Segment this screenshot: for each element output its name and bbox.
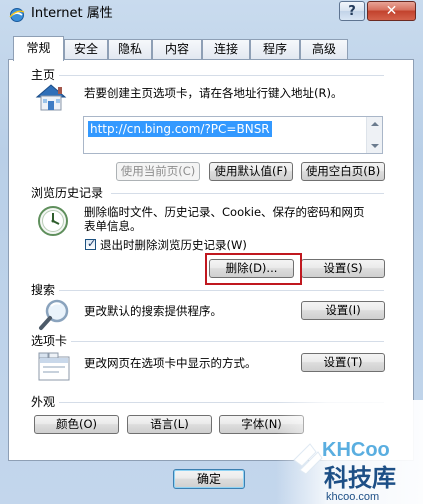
- tab-privacy[interactable]: 隐私: [108, 39, 152, 59]
- khcoo-watermark-logo: KHCoo 科技库 khcoo.com: [276, 400, 423, 504]
- history-settings-button[interactable]: 设置(S): [301, 259, 385, 278]
- window-title: Internet 属性: [31, 6, 113, 21]
- home-icon: [35, 84, 67, 111]
- help-button[interactable]: ?: [339, 1, 365, 21]
- internet-explorer-icon: [9, 8, 25, 22]
- use-default-button[interactable]: 使用默认值(F): [209, 162, 293, 181]
- tabbed-window-icon: [38, 352, 70, 381]
- homepage-url-textarea[interactable]: http://cn.bing.com/?PC=BNSR: [83, 116, 383, 154]
- tab-advanced[interactable]: 高级: [300, 39, 348, 59]
- tabs-description: 更改网页在选项卡中显示的方式。: [84, 356, 257, 370]
- svg-text:KHCoo: KHCoo: [322, 439, 390, 461]
- search-section-title: 搜索: [31, 283, 56, 297]
- tab-programs[interactable]: 程序: [250, 39, 300, 59]
- homepage-divider: [59, 75, 384, 76]
- languages-button[interactable]: 语言(L): [127, 415, 212, 434]
- tab-security[interactable]: 安全: [64, 39, 108, 59]
- magnifier-icon: [39, 299, 69, 330]
- delete-on-exit-label[interactable]: 退出时删除浏览历史记录(W): [100, 238, 247, 252]
- highlight-box: [205, 253, 302, 285]
- homepage-description: 若要创建主页选项卡，请在各地址行键入地址(R)。: [84, 86, 343, 100]
- history-description-line1: 删除临时文件、历史记录、Cookie、保存的密码和网页: [84, 205, 365, 219]
- tab-general[interactable]: 常规: [13, 36, 64, 61]
- scroll-down-icon[interactable]: [371, 144, 379, 148]
- use-current-page-button[interactable]: 使用当前页(C): [116, 162, 200, 181]
- homepage-url: http://cn.bing.com/?PC=BNSR: [88, 121, 272, 137]
- checkmark-icon: ✓: [87, 237, 97, 250]
- homepage-section-title: 主页: [31, 68, 56, 82]
- history-section-title: 浏览历史记录: [31, 186, 104, 200]
- search-settings-button[interactable]: 设置(I): [301, 301, 385, 320]
- tab-content[interactable]: 内容: [152, 39, 202, 59]
- scroll-up-icon[interactable]: [371, 122, 379, 126]
- svg-text:khcoo.com: khcoo.com: [326, 491, 379, 503]
- tab-connections[interactable]: 连接: [202, 39, 250, 59]
- delete-on-exit-checkbox[interactable]: ✓: [85, 237, 97, 250]
- tabs-settings-button[interactable]: 设置(T): [301, 353, 385, 372]
- search-description: 更改默认的搜索提供程序。: [84, 304, 222, 318]
- tabs-section-title: 选项卡: [31, 334, 68, 348]
- history-clock-icon: [38, 206, 68, 236]
- tabs-divider: [71, 341, 384, 342]
- history-description-line2: 表单信息。: [84, 219, 142, 233]
- ok-button[interactable]: 确定: [173, 469, 245, 489]
- appearance-section-title: 外观: [31, 395, 56, 409]
- textarea-scrollbar[interactable]: [366, 117, 382, 153]
- svg-text:科技库: 科技库: [324, 464, 396, 492]
- colors-button[interactable]: 颜色(O): [34, 415, 119, 434]
- close-button[interactable]: ✕: [367, 1, 416, 21]
- history-divider: [111, 193, 384, 194]
- search-divider: [59, 290, 384, 291]
- use-blank-button[interactable]: 使用空白页(B): [301, 162, 385, 181]
